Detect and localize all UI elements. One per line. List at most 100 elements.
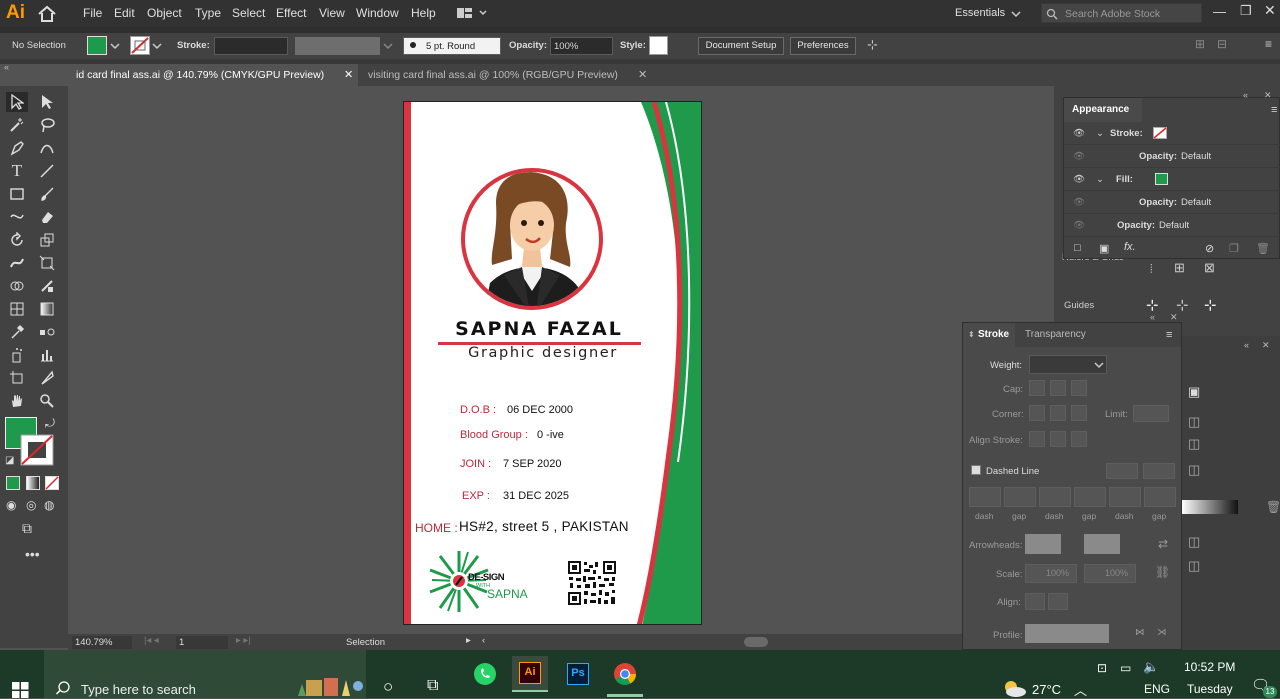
status-menu-icon[interactable]: ▸ [466, 635, 471, 646]
clock-time[interactable]: 10:52 PM [1184, 660, 1235, 674]
chevron-down-icon[interactable] [152, 42, 162, 50]
align-center-icon[interactable] [1029, 431, 1045, 447]
illustrator-taskbar-icon[interactable]: Ai [512, 656, 548, 692]
appearance-stroke-row[interactable]: 👁 ⌄ Stroke: [1064, 122, 1280, 145]
visibility-eye-icon[interactable]: 👁 [1064, 197, 1139, 208]
close-window-icon[interactable]: ✕ [1264, 2, 1276, 19]
flip-along-icon[interactable]: ⋈ [1135, 627, 1145, 638]
arrow-tip-place-icon[interactable] [1048, 593, 1068, 610]
restore-icon[interactable]: ❐ [1240, 3, 1252, 19]
appearance-opacity-row[interactable]: 👁 Opacity: Default [1064, 191, 1280, 214]
menu-edit[interactable]: Edit [114, 6, 135, 20]
gap-field-3[interactable] [1144, 487, 1176, 507]
free-transform-tool-icon[interactable] [36, 253, 58, 273]
arrange-documents-icon[interactable] [457, 7, 487, 19]
dash-field-2[interactable] [1039, 487, 1071, 507]
appearance-fill-row[interactable]: 👁 ⌄ Fill: [1064, 168, 1280, 191]
network-icon[interactable]: ⊡ [1097, 661, 1107, 675]
panel-options-icon[interactable]: ⬍ [968, 330, 975, 339]
swap-colors-icon[interactable]: ⤾ [45, 416, 55, 431]
chevron-down-icon[interactable] [110, 42, 120, 50]
chevron-down-icon[interactable]: ⌄ [1096, 128, 1110, 139]
trash-icon[interactable]: 🗑 [1266, 500, 1280, 514]
panel-menu-icon[interactable]: ≡ [1265, 37, 1272, 51]
artboard-id-card[interactable]: SAPNA FAZAL Graphic designer D.O.B : 06 … [403, 101, 702, 625]
pen-tool-icon[interactable] [6, 138, 28, 158]
scale-tool-icon[interactable] [36, 230, 58, 250]
draw-inside-icon[interactable]: ◍ [44, 498, 54, 512]
visibility-eye-icon[interactable]: 👁 [1064, 128, 1096, 139]
preferences-button[interactable]: Preferences [790, 37, 856, 55]
start-arrowhead-select[interactable] [1025, 534, 1061, 554]
language-indicator[interactable]: ENG [1144, 682, 1170, 696]
tab-id-card[interactable]: id card final ass.ai @ 140.79% (CMYK/GPU… [70, 64, 358, 86]
close-panel-icon[interactable]: ✕ [1264, 90, 1272, 101]
panel-icon[interactable]: ◫ [1188, 436, 1200, 452]
shape-builder-tool-icon[interactable] [6, 276, 28, 296]
start-scale-field[interactable]: 100% [1025, 564, 1077, 583]
align-icon[interactable]: ⊞ [1195, 37, 1205, 51]
delete-item-icon[interactable]: 🗑 [1256, 242, 1270, 255]
slice-tool-icon[interactable] [36, 368, 58, 388]
visibility-eye-icon[interactable]: 👁 [1064, 174, 1096, 185]
draw-normal-icon[interactable]: ◉ [6, 498, 16, 512]
color-mode-icon[interactable] [6, 476, 20, 490]
duplicate-item-icon[interactable]: ❐ [1229, 242, 1239, 255]
panel-icon[interactable]: ◫ [1188, 414, 1200, 430]
volume-icon[interactable]: 🔈 [1143, 659, 1159, 675]
menu-type[interactable]: Type [195, 6, 221, 20]
screen-mode-icon[interactable]: ⧉ [22, 520, 32, 537]
collapse-icon[interactable]: « [4, 62, 9, 72]
chevron-down-icon[interactable]: ⌄ [1096, 174, 1116, 185]
round-cap-icon[interactable] [1050, 380, 1066, 396]
chevron-down-icon[interactable] [1094, 361, 1104, 369]
menu-select[interactable]: Select [232, 6, 265, 20]
panel-menu-icon[interactable]: ≡ [1166, 329, 1172, 341]
graphic-style-swatch[interactable] [649, 36, 668, 55]
bevel-join-icon[interactable] [1071, 405, 1087, 421]
stroke-none-icon[interactable] [1152, 127, 1167, 139]
arrow-tip-extend-icon[interactable] [1025, 593, 1045, 610]
close-panel-icon[interactable]: ✕ [1262, 340, 1270, 351]
dash-preserve-icon[interactable] [1106, 463, 1138, 479]
add-fill-icon[interactable]: ▣ [1099, 242, 1109, 255]
collapse-icon[interactable]: « [1150, 312, 1155, 322]
windows-start-icon[interactable] [12, 682, 29, 698]
profile-select[interactable] [1025, 624, 1109, 643]
taskbar-search-box[interactable]: Type here to search [44, 650, 366, 698]
end-arrowhead-select[interactable] [1084, 534, 1120, 554]
gradient-tool-icon[interactable] [36, 299, 58, 319]
stroke-color-none-icon[interactable] [20, 434, 55, 467]
type-tool-icon[interactable]: T [6, 161, 28, 181]
default-colors-icon[interactable]: ◪ [5, 455, 14, 466]
stroke-weight-field[interactable] [214, 37, 288, 55]
draw-behind-icon[interactable]: ◎ [26, 498, 36, 512]
symbol-sprayer-tool-icon[interactable] [6, 345, 28, 365]
transform-icon[interactable]: ⊟ [1217, 37, 1227, 51]
projecting-cap-icon[interactable] [1071, 380, 1087, 396]
appearance-opacity-row[interactable]: 👁 Opacity: Default [1064, 145, 1280, 168]
panel-icon[interactable]: ◫ [1188, 534, 1200, 550]
align-inside-icon[interactable] [1050, 431, 1066, 447]
guides-lock-icon[interactable]: ⊹ [1176, 296, 1189, 314]
image-trace-icon[interactable]: ▣ [1188, 384, 1200, 400]
add-stroke-icon[interactable]: □ [1074, 242, 1081, 254]
fill-row-swatch[interactable] [1154, 173, 1168, 185]
dashed-line-checkbox[interactable] [971, 465, 981, 475]
end-scale-field[interactable]: 100% [1084, 564, 1136, 583]
blend-tool-icon[interactable] [36, 322, 58, 342]
limit-field[interactable] [1133, 405, 1169, 422]
gradient-mode-icon[interactable] [26, 476, 40, 490]
document-setup-button[interactable]: Document Setup [698, 37, 784, 55]
collapse-icon[interactable]: « [1243, 90, 1248, 100]
magic-wand-tool-icon[interactable] [6, 115, 28, 135]
link-scale-icon[interactable]: ⛓ [1155, 565, 1170, 579]
line-tool-icon[interactable] [36, 161, 58, 181]
arrange-icon[interactable]: ⊹ [867, 37, 878, 53]
panel-icon[interactable]: ◫ [1188, 558, 1200, 574]
scroll-left-icon[interactable]: ‹ [482, 635, 485, 646]
hand-tool-icon[interactable] [6, 391, 28, 411]
tab-transparency[interactable]: Transparency [1025, 323, 1086, 347]
eraser-tool-icon[interactable] [36, 207, 58, 227]
direct-selection-tool-icon[interactable] [36, 92, 58, 112]
